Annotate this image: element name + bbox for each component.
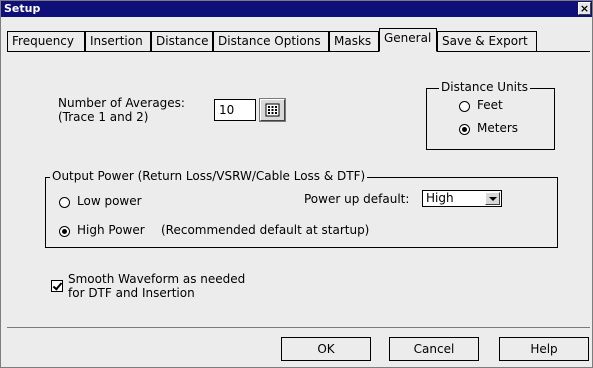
output-power-title: Output Power (Return Loss/VSRW/Cable Los… [50,169,368,183]
title-bar: Setup × [1,1,592,17]
tab-insertion[interactable]: Insertion [85,31,151,51]
tab-save-export[interactable]: Save & Export [437,31,537,51]
tab-masks[interactable]: Masks [329,31,379,51]
feet-label[interactable]: Feet [477,98,503,112]
low-power-label[interactable]: Low power [77,194,142,208]
chevron-down-icon[interactable] [485,192,500,205]
powerup-default-select[interactable]: High [422,190,502,207]
high-power-label[interactable]: High Power [77,223,145,237]
tab-frequency[interactable]: Frequency [7,31,85,51]
window-title: Setup [4,2,41,15]
setup-window: Setup × Frequency Insertion Distance Dis… [0,0,593,368]
high-power-radio[interactable] [59,226,70,237]
ok-button[interactable]: OK [281,337,371,361]
smooth-waveform-sublabel[interactable]: for DTF and Insertion [68,286,195,300]
distance-units-title: Distance Units [439,80,530,94]
powerup-default-value: High [426,191,454,205]
keypad-button[interactable] [259,98,286,122]
averages-input[interactable]: 10 [214,99,256,121]
tab-distance[interactable]: Distance [151,31,213,51]
smooth-waveform-checkbox[interactable] [51,280,63,292]
help-button[interactable]: Help [499,337,589,361]
averages-sublabel: (Trace 1 and 2) [58,110,149,124]
close-button[interactable]: × [578,2,591,15]
high-power-note: (Recommended default at startup) [161,223,370,237]
feet-radio[interactable] [459,101,470,112]
meters-radio[interactable] [459,124,470,135]
keypad-icon [265,103,280,117]
cancel-button[interactable]: Cancel [389,337,479,361]
meters-label[interactable]: Meters [477,121,518,135]
powerup-default-label: Power up default: [304,192,410,206]
smooth-waveform-label[interactable]: Smooth Waveform as needed [68,272,245,286]
averages-label: Number of Averages: [58,96,185,110]
footer-divider [7,327,590,328]
output-power-group [45,177,558,248]
tab-distance-options[interactable]: Distance Options [213,31,329,51]
tab-general[interactable]: General [379,28,437,52]
low-power-radio[interactable] [59,197,70,208]
